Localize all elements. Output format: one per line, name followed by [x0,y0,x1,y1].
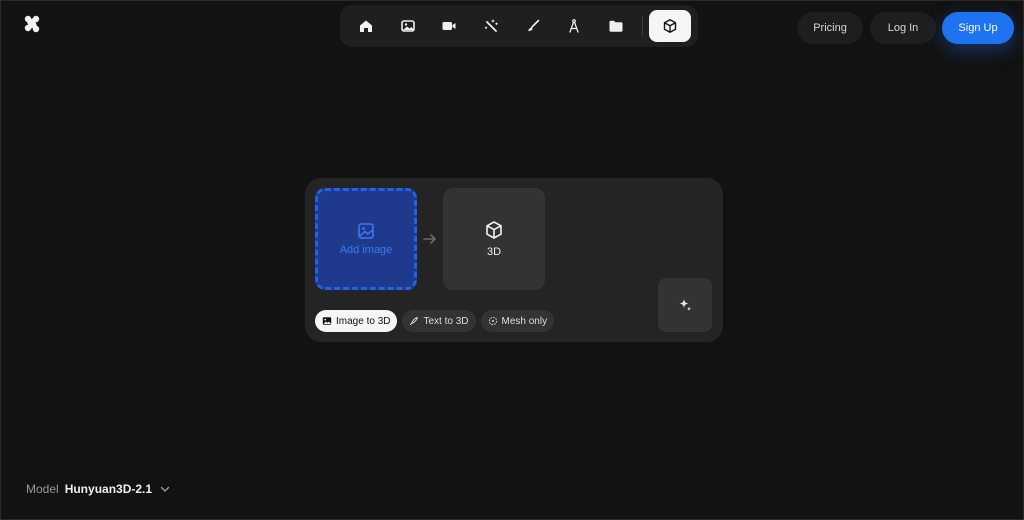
model-selector[interactable]: Model Hunyuan3D-2.1 [26,482,170,496]
image-icon [400,20,415,32]
tool-folder[interactable] [598,11,634,41]
chevron-down-icon [160,486,170,492]
generate-button[interactable] [658,278,712,332]
mesh-icon [488,316,497,326]
folder-icon [609,20,623,32]
tool-image[interactable] [390,11,426,41]
mode-label: Image to 3D [336,315,391,327]
output-3d-label: 3D [486,246,502,258]
toolbar-divider [641,16,643,36]
app-logo-icon[interactable] [22,14,42,34]
add-image-label: Add image [339,244,393,256]
mode-text-to-3d[interactable]: Text to 3D [402,310,476,332]
tool-switcher [340,5,698,47]
brush-icon [527,19,540,31]
magic-wand-icon [484,19,498,32]
image-add-icon [358,223,374,239]
model-label: Model [26,482,59,496]
cube-icon [486,221,502,239]
signup-button[interactable]: Sign Up [942,12,1014,44]
mode-label: Text to 3D [423,315,469,327]
tool-home[interactable] [348,11,384,41]
tool-magic[interactable] [473,11,509,41]
tool-video[interactable] [431,11,467,41]
generation-panel: Add image 3D Image to 3D Text to 3D Mesh… [305,178,723,342]
pen-icon [410,317,419,325]
image-icon [322,317,332,325]
sparkle-icon [679,299,692,311]
pricing-button[interactable]: Pricing [797,12,863,44]
tool-compass[interactable] [556,11,592,41]
home-icon [360,20,372,32]
login-button[interactable]: Log In [870,12,936,44]
cube-icon [663,19,677,33]
tool-brush[interactable] [515,11,551,41]
mode-mesh-only[interactable]: Mesh only [480,310,555,332]
arrow-right-icon [423,234,436,244]
mode-label: Mesh only [501,315,548,327]
output-3d-tile: 3D [443,188,545,290]
mode-image-to-3d[interactable]: Image to 3D [315,310,398,332]
tool-3d[interactable] [648,10,691,42]
mode-selector: Image to 3D Text to 3D Mesh only [315,310,559,332]
compass-icon [569,19,580,33]
add-image-dropzone[interactable]: Add image [315,188,417,290]
video-icon [442,22,456,30]
model-name: Hunyuan3D-2.1 [64,482,153,496]
